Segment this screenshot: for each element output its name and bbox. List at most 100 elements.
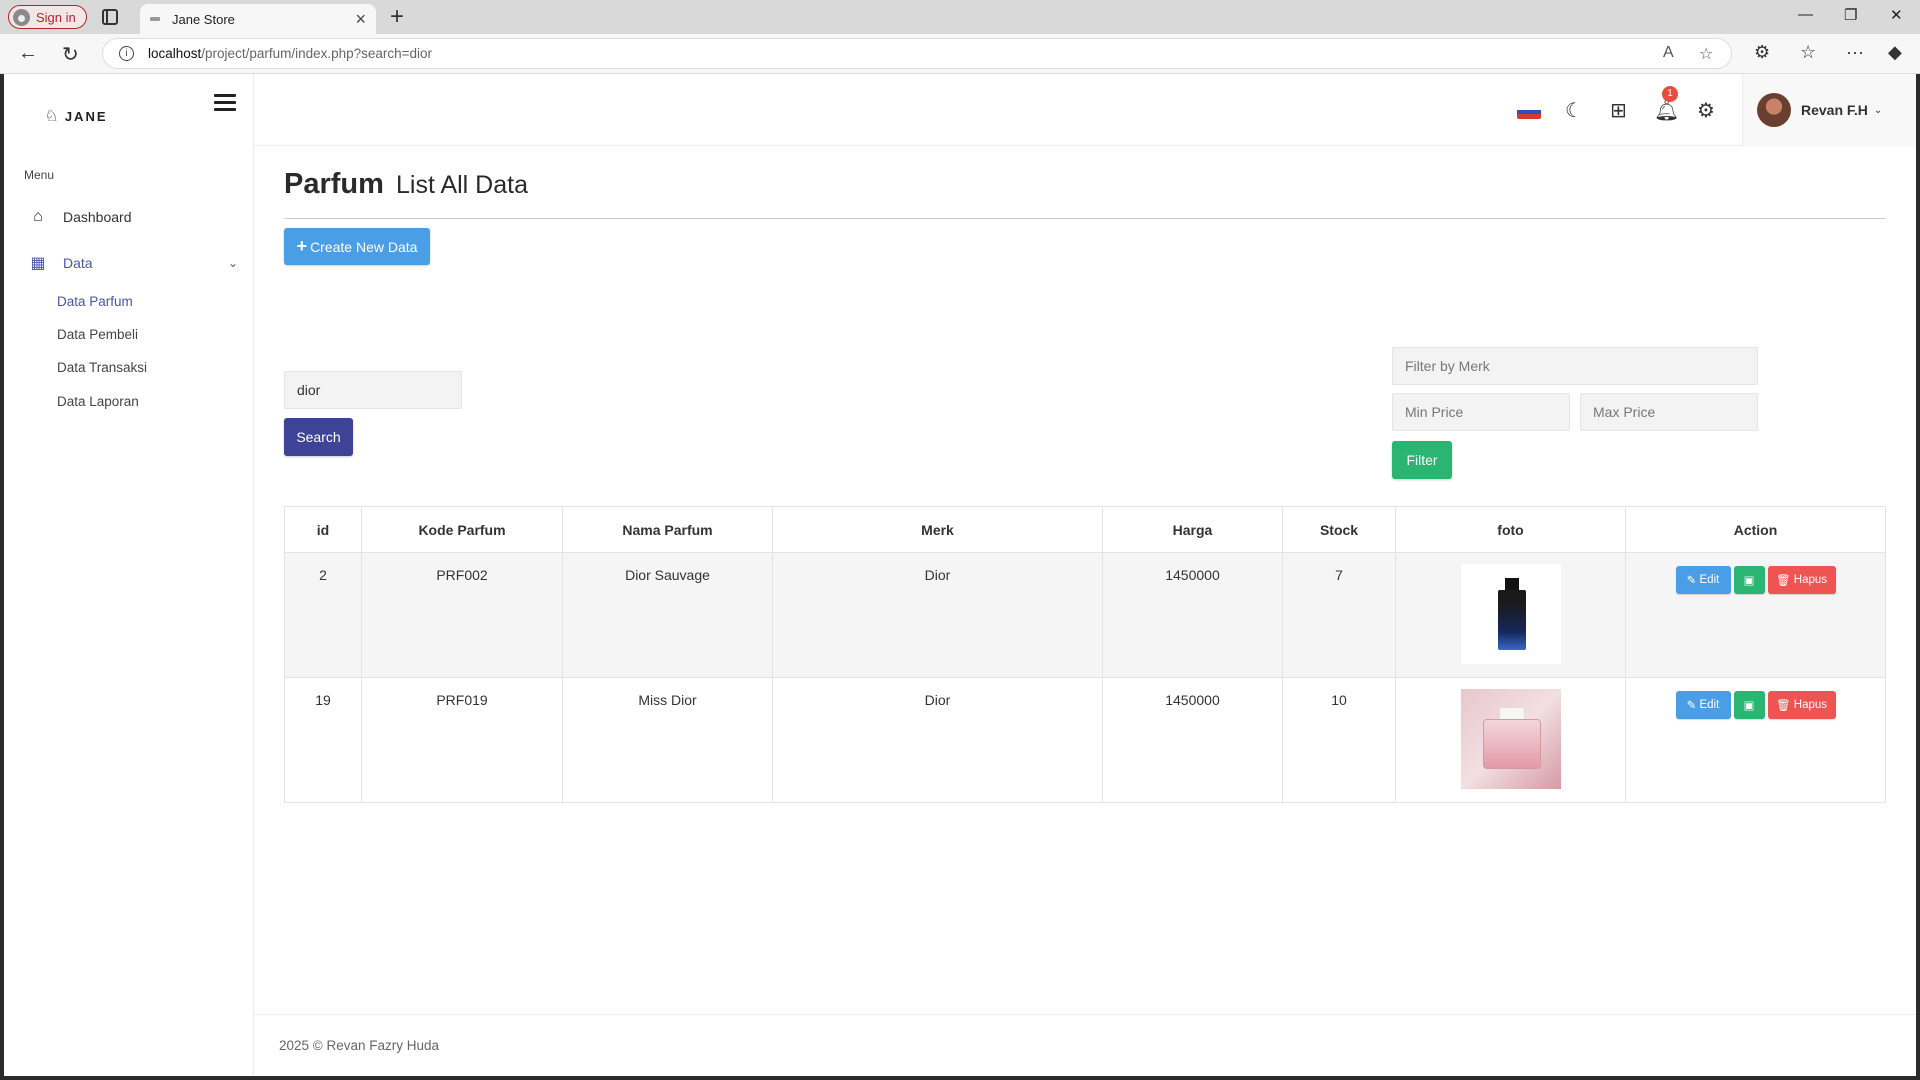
logo-mark-icon: ♘ <box>44 108 61 125</box>
browser-address-bar: ← ↻ i localhost /project/parfum/index.ph… <box>0 34 1920 74</box>
pencil-icon: ✎ <box>1686 575 1697 587</box>
extensions-icon[interactable]: ⚙ <box>1754 42 1770 63</box>
hamburger-menu-icon[interactable] <box>214 94 236 112</box>
browser-tab-bar: Sign in Jane Store × + — ❐ ✕ <box>0 0 1920 34</box>
product-photo <box>1460 564 1561 664</box>
favicon-icon <box>150 17 160 21</box>
favorites-icon[interactable]: ☆ <box>1800 42 1816 63</box>
tab-title: Jane Store <box>172 11 235 27</box>
plus-icon: + <box>296 236 308 256</box>
close-window-icon[interactable]: ✕ <box>1890 6 1903 24</box>
notification-badge: 1 <box>1662 86 1678 102</box>
create-new-data-button[interactable]: + Create New Data <box>284 228 430 265</box>
edit-button[interactable]: ✎ Edit <box>1675 566 1731 594</box>
pencil-icon: ✎ <box>1686 700 1697 712</box>
cell-harga: 1450000 <box>1102 552 1283 678</box>
max-price-input[interactable]: Max Price <box>1580 393 1758 431</box>
sidebar-sub-data-laporan[interactable]: Data Laporan <box>57 394 139 409</box>
delete-button[interactable]: 🗑︎ Hapus <box>1767 566 1836 594</box>
cell-action: ✎ Edit ▣ 🗑︎ Hapus <box>1625 552 1886 678</box>
footer-text: 2025 © Revan Fazry Huda <box>279 1038 440 1053</box>
chevron-down-icon: ⌄ <box>227 256 238 270</box>
footer: 2025 © Revan Fazry Huda <box>254 1014 1916 1076</box>
filter-merk-input[interactable]: Filter by Merk <box>1392 347 1758 385</box>
copilot-icon[interactable]: ◆ <box>1888 42 1902 63</box>
site-info-icon[interactable]: i <box>119 46 134 61</box>
create-label: Create New Data <box>310 238 418 255</box>
refresh-icon[interactable]: ↻ <box>62 42 79 67</box>
url-path: /project/parfum/index.php?search=dior <box>201 46 433 61</box>
trash-icon: 🗑︎ <box>1775 575 1791 587</box>
page-subtitle: List All Data <box>395 171 528 199</box>
sidebar-sub-data-parfum[interactable]: Data Parfum <box>57 294 133 309</box>
back-icon[interactable]: ← <box>18 42 38 65</box>
trash-icon: 🗑︎ <box>1775 700 1791 712</box>
user-menu[interactable]: Revan F.H ⌄ <box>1742 74 1916 146</box>
column-header: Action <box>1625 506 1886 553</box>
favorite-star-icon[interactable]: ☆ <box>1699 44 1713 64</box>
edit-label: Edit <box>1699 699 1720 711</box>
brand-logo[interactable]: ♘ JANE <box>26 86 126 146</box>
camera-icon: ▣ <box>1743 700 1755 712</box>
table-header-row: id Kode Parfum Nama Parfum Merk Harga St… <box>284 506 1886 553</box>
browser-tab[interactable]: Jane Store × <box>140 4 376 34</box>
cell-id: 2 <box>284 552 362 678</box>
column-header: foto <box>1395 506 1626 553</box>
sidebar-item-dashboard[interactable]: ⌂ Dashboard <box>28 208 238 226</box>
browser-sign-in-button[interactable]: Sign in <box>8 5 87 29</box>
sidebar-item-label: Data <box>63 255 93 271</box>
menu-label: Menu <box>24 168 55 182</box>
settings-gear-icon[interactable]: ⚙ <box>1697 98 1715 123</box>
parfum-table: id Kode Parfum Nama Parfum Merk Harga St… <box>284 506 1886 803</box>
user-name: Revan F.H <box>1801 102 1868 118</box>
cell-nama: Dior Sauvage <box>562 552 773 678</box>
home-icon: ⌂ <box>33 208 43 225</box>
url-field[interactable]: i localhost /project/parfum/index.php?se… <box>102 38 1732 69</box>
page-title-main: Parfum <box>284 168 384 200</box>
cell-id: 19 <box>284 677 362 803</box>
cell-kode: PRF019 <box>361 677 563 803</box>
delete-button[interactable]: 🗑︎ Hapus <box>1767 691 1836 719</box>
cell-foto <box>1395 552 1626 678</box>
table-row: 2 PRF002 Dior Sauvage Dior 1450000 7 ✎ E… <box>284 552 1886 678</box>
layout-icon: ▦ <box>30 255 46 272</box>
search-input[interactable]: dior <box>284 371 462 409</box>
cell-merk: Dior <box>772 552 1103 678</box>
column-header: Stock <box>1282 506 1396 553</box>
tab-actions-icon[interactable] <box>102 9 118 25</box>
main-content: Parfum List All Data + Create New Data d… <box>254 146 1916 1014</box>
dark-mode-moon-icon[interactable]: ☾ <box>1565 98 1583 123</box>
edit-button[interactable]: ✎ Edit <box>1675 691 1731 719</box>
read-aloud-icon[interactable]: A <box>1663 44 1674 62</box>
delete-label: Hapus <box>1793 699 1828 711</box>
cell-stock: 7 <box>1282 552 1396 678</box>
search-button[interactable]: Search <box>284 418 353 456</box>
apps-grid-icon[interactable]: ⊞ <box>1610 98 1627 123</box>
restore-icon[interactable]: ❐ <box>1844 6 1857 24</box>
cell-nama: Miss Dior <box>562 677 773 803</box>
column-header: Kode Parfum <box>361 506 563 553</box>
profile-icon <box>13 8 30 26</box>
cell-kode: PRF002 <box>361 552 563 678</box>
filter-button[interactable]: Filter <box>1392 441 1452 479</box>
language-flag-icon[interactable] <box>1517 105 1541 119</box>
notification-bell-icon[interactable]: 🔔︎ <box>1654 98 1679 123</box>
product-photo <box>1460 689 1561 789</box>
column-header: id <box>284 506 362 553</box>
close-tab-icon[interactable]: × <box>355 9 366 30</box>
cell-stock: 10 <box>1282 677 1396 803</box>
avatar <box>1757 93 1791 127</box>
sidebar-sub-data-pembeli[interactable]: Data Pembeli <box>57 327 138 342</box>
column-header: Nama Parfum <box>562 506 773 553</box>
title-divider <box>284 218 1886 219</box>
more-menu-icon[interactable]: ··· <box>1846 42 1864 63</box>
sidebar-item-data[interactable]: ▦ Data ⌄ <box>28 253 238 273</box>
sidebar-sub-data-transaksi[interactable]: Data Transaksi <box>57 360 147 375</box>
chevron-down-icon: ⌄ <box>1873 104 1883 116</box>
min-price-input[interactable]: Min Price <box>1392 393 1570 431</box>
upload-photo-button[interactable]: ▣ <box>1733 691 1765 719</box>
upload-photo-button[interactable]: ▣ <box>1733 566 1765 594</box>
minimize-icon[interactable]: — <box>1798 6 1813 23</box>
column-header: Harga <box>1102 506 1283 553</box>
new-tab-icon[interactable]: + <box>390 3 404 31</box>
